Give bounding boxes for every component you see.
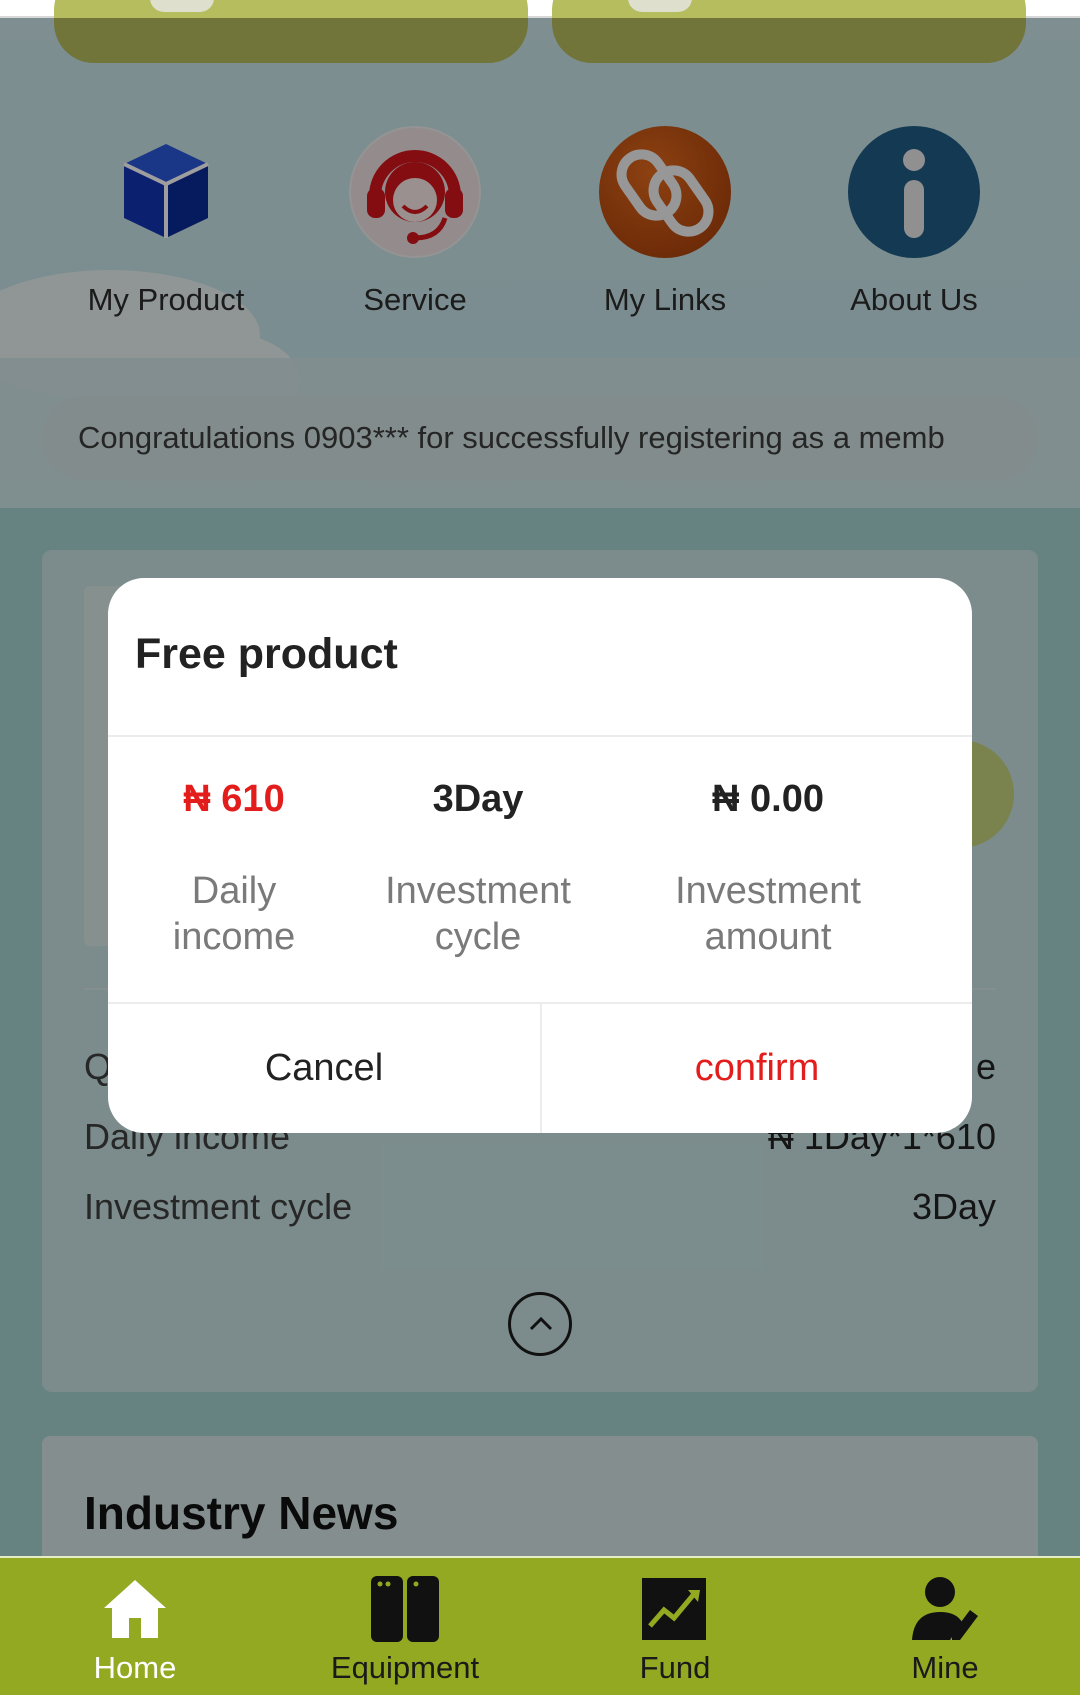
stat-label: Daily income: [172, 870, 296, 958]
cancel-button[interactable]: Cancel: [108, 1004, 540, 1133]
nav-equipment[interactable]: Equipment: [305, 1576, 505, 1686]
dialog-title: Free product: [135, 630, 398, 678]
confirm-button[interactable]: confirm: [541, 1004, 972, 1133]
app-page: My Product Service My Links About Us Con…: [0, 0, 1080, 1695]
stat-investment-amount: ₦ 0.00 Investment amount: [668, 778, 868, 960]
stat-value: ₦ 0.00: [712, 778, 824, 820]
equipment-icon: [370, 1576, 440, 1642]
nav-home[interactable]: Home: [35, 1576, 235, 1686]
bottom-navigation: Home Equipment Fund Mine: [0, 1556, 1080, 1695]
nav-mine[interactable]: Mine: [845, 1576, 1045, 1686]
stat-value: 3Day: [432, 778, 524, 820]
chart-trend-icon: [640, 1576, 710, 1642]
nav-label: Fund: [639, 1650, 711, 1685]
free-product-dialog: Free product ₦ 610 Daily income 3Day Inv…: [108, 578, 972, 1133]
nav-label: Equipment: [330, 1650, 480, 1685]
divider: [108, 735, 972, 737]
nav-label: Mine: [911, 1650, 979, 1685]
nav-fund[interactable]: Fund: [575, 1576, 775, 1686]
home-icon: [100, 1576, 170, 1642]
stat-investment-cycle: 3Day Investment cycle: [378, 778, 578, 960]
stat-label: Investment cycle: [385, 870, 571, 958]
user-edit-icon: [910, 1576, 980, 1642]
nav-label: Home: [93, 1650, 177, 1685]
stat-daily-income: ₦ 610 Daily income: [150, 778, 318, 960]
stat-label: Investment amount: [675, 870, 861, 958]
stat-value: ₦ 610: [183, 778, 285, 820]
